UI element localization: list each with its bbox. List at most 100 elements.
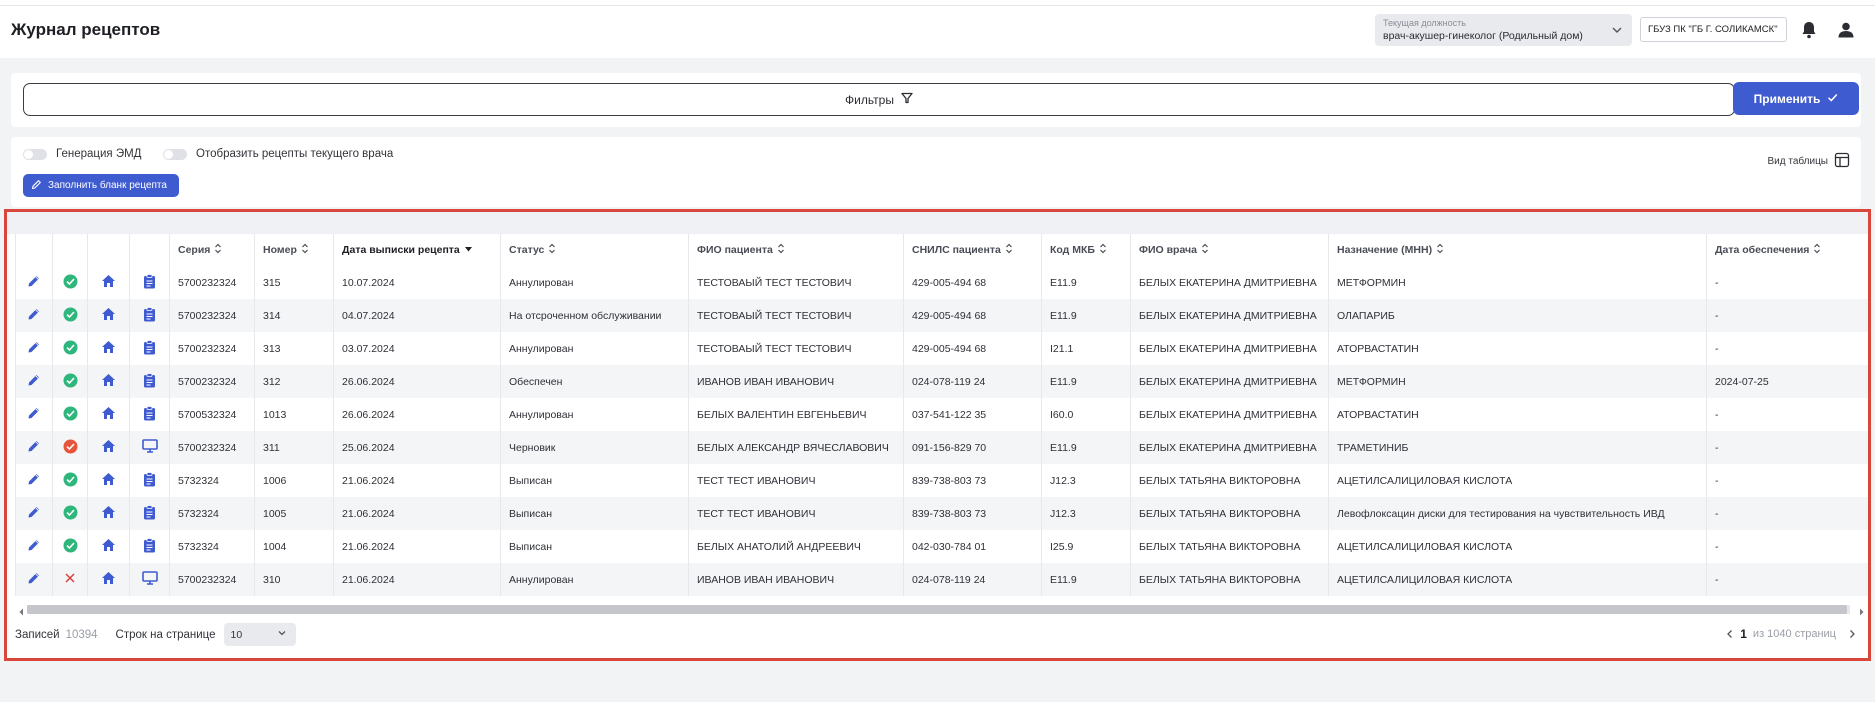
rows-per-page-select[interactable]: 10 [223,623,296,646]
current-doctor-toggle-row: Отобразить рецепты текущего врача [163,148,393,160]
table-row[interactable]: 5700232324 312 26.06.2024 Обеспечен ИВАНОВ И… [15,365,1868,398]
table-cell: АТОРВАСТАТИН [1328,332,1707,365]
table-view-button[interactable]: Вид таблицы [1767,152,1850,171]
bell-icon[interactable] [1797,18,1821,42]
table-cell: ИВАНОВ ИВАН ИВАНОВИЧ [688,365,904,398]
table-row[interactable]: 5732324 1004 21.06.2024 Выписан БЕЛЫХ АНАТОЛ… [15,530,1868,563]
current-doctor-toggle[interactable] [163,148,187,160]
table-cell: БЕЛЫХ ЕКАТЕРИНА ДМИТРИЕВНА [1130,332,1329,365]
table-cell: БЕЛЫХ АНАТОЛИЙ АНДРЕЕВИЧ [688,530,904,563]
table-row[interactable]: 5700232324 314 04.07.2024 На отсроченном об… [15,299,1868,332]
icon-cell [15,299,53,332]
apply-button[interactable]: Применить [1733,82,1859,115]
emd-toggle[interactable] [23,148,47,160]
pencil-icon[interactable] [27,472,41,486]
pencil-icon[interactable] [27,340,41,354]
table-cell: 21.06.2024 [333,464,501,497]
current-position-select[interactable]: Текущая должность врач-акушер-гинеколог … [1375,14,1632,46]
icon-cell [129,398,170,431]
table-cell: МЕТФОРМИН [1328,365,1707,398]
table-cell: J12.3 [1041,497,1131,530]
column-header-label: Код МКБ [1050,243,1095,256]
table-row[interactable]: 5700232324 315 10.07.2024 Аннулирован ТЕСТОВ… [15,266,1868,299]
pencil-icon [31,179,42,193]
table-row[interactable]: 5700232324 313 03.07.2024 Аннулирован ТЕСТОВ… [15,332,1868,365]
table-cell: ТЕСТ ТЕСТ ИВАНОВИЧ [688,497,904,530]
column-header-status[interactable]: Статус [500,234,689,266]
table-cell: 429-005-494 68 [903,332,1042,365]
scroll-right-icon[interactable] [1858,604,1866,622]
prev-page-icon[interactable] [1726,629,1734,639]
clipboard-icon [143,504,156,520]
table-cell: ТЕСТОВАЫЙ ТЕСТ ТЕСТОВИЧ [688,299,904,332]
pencil-icon[interactable] [27,538,41,552]
table-cell: БЕЛЫХ ЕКАТЕРИНА ДМИТРИЕВНА [1130,398,1329,431]
icon-cell [52,497,88,530]
pencil-icon[interactable] [27,505,41,519]
table-cell: ТРАМЕТИНИБ [1328,431,1707,464]
table-cell: 5700532324 [169,398,255,431]
table-cell: БЕЛЫХ ТАТЬЯНА ВИКТОРОВНА [1130,464,1329,497]
fill-prescription-button[interactable]: Заполнить бланк рецепта [23,174,179,197]
table-cell: БЕЛЫХ ЕКАТЕРИНА ДМИТРИЕВНА [1130,431,1329,464]
table-row[interactable]: 5700232324 311 25.06.2024 Черновик БЕЛЫХ АЛЕ… [15,431,1868,464]
table-row[interactable]: 5732324 1005 21.06.2024 Выписан ТЕСТ ТЕСТ ИВ… [15,497,1868,530]
column-header-patient-name[interactable]: ФИО пациента [688,234,904,266]
column-header-prescription[interactable]: Назначение (МНН) [1328,234,1707,266]
sort-desc-icon [464,244,473,256]
column-header-label: ФИО врача [1139,243,1197,256]
icon-cell [15,398,53,431]
user-icon[interactable] [1834,18,1858,42]
pencil-icon[interactable] [27,406,41,420]
table-cell: 839-738-803 73 [903,497,1042,530]
icon-cell [87,563,130,596]
icon-cell [87,431,130,464]
home-icon [101,307,116,321]
table-cell: АЦЕТИЛСАЛИЦИЛОВАЯ КИСЛОТА [1328,530,1707,563]
table-cell: БЕЛЫХ ЕКАТЕРИНА ДМИТРИЕВНА [1130,266,1329,299]
pencil-icon[interactable] [27,274,41,288]
pencil-icon[interactable] [27,307,41,321]
prescriptions-table-panel: Серия Номер Дата выписки рецепта Статус … [4,209,1871,661]
fill-prescription-label: Заполнить бланк рецепта [48,180,167,191]
next-page-icon[interactable] [1848,629,1856,639]
check-circle-icon [63,274,78,289]
column-header-doctor-name[interactable]: ФИО врача [1130,234,1329,266]
table-row[interactable]: 5700232324 310 21.06.2024 Аннулирован ИВАНОВ… [15,563,1868,596]
table-cell: АТОРВАСТАТИН [1328,398,1707,431]
table-cell: МЕТФОРМИН [1328,266,1707,299]
table-row[interactable]: 5700532324 1013 26.06.2024 Аннулирован БЕЛЫХ… [15,398,1868,431]
table-cell: 839-738-803 73 [903,464,1042,497]
table-cell: 5700232324 [169,266,255,299]
pencil-icon[interactable] [27,373,41,387]
icon-cell [52,563,88,596]
check-circle-icon [63,373,78,388]
pencil-icon[interactable] [27,571,41,585]
records-count: 10394 [65,628,98,641]
table-cell: Аннулирован [500,332,689,365]
column-header-series[interactable]: Серия [169,234,255,266]
rows-per-page-value: 10 [230,628,243,641]
scrollbar-thumb[interactable] [27,605,1847,614]
table-cell: - [1706,266,1868,299]
filters-button[interactable]: Фильтры [23,83,1735,116]
table-cell: 21.06.2024 [333,497,501,530]
column-header-icd-code[interactable]: Код МКБ [1041,234,1131,266]
icon-cell [15,464,53,497]
table-row[interactable]: 5732324 1006 21.06.2024 Выписан ТЕСТ ТЕСТ ИВ… [15,464,1868,497]
column-header-snils[interactable]: СНИЛС пациента [903,234,1042,266]
header-home-col [87,234,130,266]
column-header-supply-date[interactable]: Дата обеспечения [1706,234,1868,266]
column-header-number[interactable]: Номер [254,234,334,266]
horizontal-scrollbar[interactable] [15,603,1868,616]
clipboard-icon [143,405,156,421]
check-circle-warning-icon [63,439,78,454]
pencil-icon[interactable] [27,439,41,453]
table-cell: Черновик [500,431,689,464]
column-header-issue-date[interactable]: Дата выписки рецепта [333,234,501,266]
scroll-left-icon[interactable] [17,604,25,622]
home-icon [101,439,116,453]
table-cell: I25.9 [1041,530,1131,563]
organization-select[interactable]: ГБУЗ ПК "ГБ Г. СОЛИКАМСК" [1640,17,1787,42]
table-cell: БЕЛЫХ ТАТЬЯНА ВИКТОРОВНА [1130,530,1329,563]
